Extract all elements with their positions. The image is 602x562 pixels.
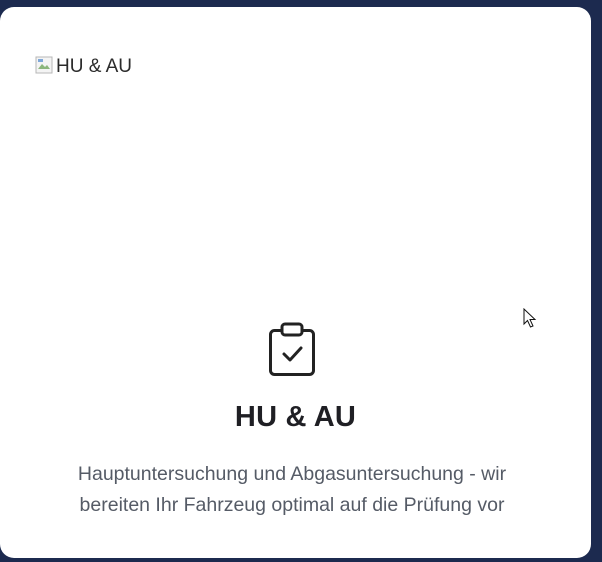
clipboard-check-icon	[269, 322, 315, 376]
service-description: Hauptuntersuchung und Abgasuntersuchung …	[77, 463, 507, 516]
service-card: HU & AU HU & AU Hauptuntersuchung und Ab…	[0, 7, 591, 558]
mouse-pointer-icon	[523, 308, 537, 328]
service-title: HU & AU	[234, 401, 357, 433]
service-image: HU & AU	[35, 56, 132, 78]
broken-image-icon	[35, 56, 53, 74]
image-alt-text: HU & AU	[56, 56, 133, 77]
